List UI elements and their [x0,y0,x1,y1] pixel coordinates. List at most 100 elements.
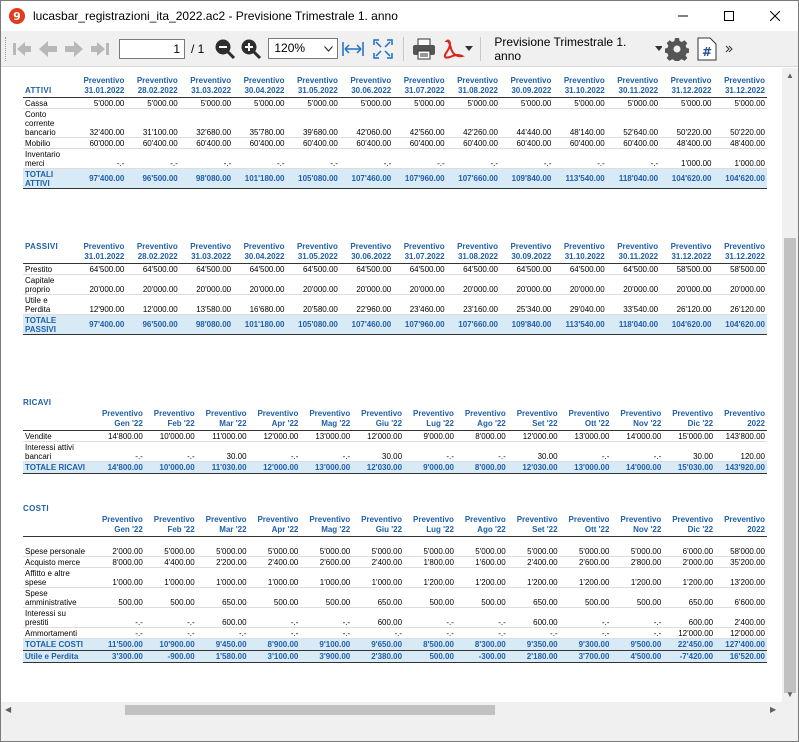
row-label: Cassa [23,97,73,109]
scroll-right-icon[interactable]: ▶ [770,705,776,714]
cell-value: 6'000.00 [663,536,716,557]
cell-value: 1'200.00 [611,567,664,588]
first-page-button[interactable] [9,34,35,64]
column-header: Preventivo 30.06.2022 [339,76,394,98]
cell-value: 60'000.00 [73,137,127,149]
settings-button[interactable] [662,34,692,64]
vertical-scrollbar[interactable]: ▲ ▼ [782,68,798,702]
horizontal-scroll-thumb[interactable] [125,705,495,715]
cell-value: 1'000.00 [93,567,145,588]
cell-value: 500.00 [559,587,612,608]
zoom-level-select[interactable]: 120% [268,38,339,59]
cell-value: 2'400.00 [715,607,767,628]
table-header-row: Preventivo Gen '22 Preventivo Feb '22 Prev… [23,515,767,537]
cell-value: -.- [446,148,500,169]
cell-value: 1'000.00 [196,567,249,588]
cell-value: 12'000.00 [715,627,767,639]
cell-value: 64'500.00 [126,263,180,275]
cell-value: 64'500.00 [286,263,340,275]
cell-value: 600.00 [663,607,716,628]
fit-width-button[interactable] [338,34,368,64]
report-content[interactable]: ATTIVI Preventivo 31.01.2022 Preventivo 28… [1,68,782,702]
table-row: Inventario merci -.- -.- -.- -.- -.- -.- -.- -.-… [23,148,767,169]
previous-page-button[interactable] [35,34,61,64]
row-label: Utile e Perdita [23,294,73,315]
cell-value: -7'420.00 [663,650,716,663]
close-button[interactable] [752,1,798,31]
cell-value: -.- [248,607,301,628]
column-header: Preventivo Mar '22 [196,409,249,431]
cell-value: 13'000.00 [559,430,612,442]
cell-value: -.- [455,607,508,628]
cell-value: -.- [179,148,234,169]
cell-value: 600.00 [507,607,560,628]
document-hash-icon: # [697,37,717,60]
cell-value: 5'000.00 [553,97,607,109]
chevron-down-icon [324,45,334,52]
scroll-down-icon[interactable]: ▼ [786,690,794,699]
horizontal-scrollbar[interactable]: ◀ ▶ [1,702,782,718]
cell-value: 22'450.00 [663,638,716,651]
column-header: Preventivo Lug '22 [404,515,456,537]
scroll-left-icon[interactable]: ◀ [5,705,11,714]
cell-value: 2'000.00 [663,556,716,568]
cell-value: 1'000.00 [248,567,301,588]
scroll-up-icon[interactable]: ▲ [786,71,794,80]
cell-value: 107'660.00 [446,314,500,335]
svg-text:#: # [702,45,712,59]
cell-value: 10'900.00 [144,638,197,651]
cell-value: 500.00 [455,587,508,608]
toolbar-overflow-button[interactable] [722,34,736,64]
cell-value: 2'000.00 [93,536,145,557]
print-button[interactable] [409,34,439,64]
cell-value: 1'600.00 [455,556,508,568]
cell-value: 10'000.00 [144,430,197,442]
column-header: Preventivo 30.09.2022 [500,242,554,264]
cell-value: 109'840.00 [500,314,554,335]
cell-value: -.- [559,627,612,639]
column-header: Preventivo Gen '22 [93,515,145,537]
cell-value: -.- [144,441,197,462]
maximize-button[interactable] [706,1,752,31]
row-label: Spese amministrative [23,587,93,608]
cell-value: -.- [144,627,197,639]
last-page-button[interactable] [87,34,113,64]
zoom-out-button[interactable] [212,34,238,64]
cell-value: 13'000.00 [300,461,353,474]
column-header: Preventivo Lug '22 [404,409,456,431]
cell-value: 8'900.00 [248,638,301,651]
column-header: Preventivo 31.10.2022 [553,242,607,264]
title-bar: 9 lucasbar_registrazioni_ita_2022.ac2 - … [1,1,798,31]
close-icon [770,11,780,21]
row-numbers-button[interactable]: # [692,34,722,64]
cell-value: 48'400.00 [660,137,714,149]
next-page-button[interactable] [61,34,87,64]
export-pdf-button[interactable] [439,34,475,64]
zoom-in-button[interactable] [238,34,264,64]
cell-value: 9'500.00 [611,638,664,651]
cell-value: 50'220.00 [660,108,714,138]
cell-value: 12'900.00 [73,294,127,315]
column-header: Preventivo 31.12.2022 [713,242,767,264]
table-row: Spese amministrative 500.00 500.00 650.00 50… [23,587,767,608]
ricavi-section: RICAVI Preventivo Gen '22 Preventivo Feb '… [23,398,767,474]
cell-value: -.- [248,627,301,639]
section-title: ATTIVI [25,86,52,95]
vertical-scroll-thumb[interactable] [784,238,796,693]
cell-value: 15'000.00 [663,430,716,442]
table-row: Utile e Perdita 12'900.00 12'000.00 13'580.… [23,294,767,315]
maximize-icon [724,11,734,21]
cell-value: 58'500.00 [713,263,767,275]
cell-value: 1'200.00 [507,567,560,588]
gear-icon [665,37,690,61]
table-row: Spese personale 2'000.00 5'000.00 5'000.00 5… [23,536,767,557]
minimize-button[interactable] [660,1,706,31]
report-view-select[interactable]: Previsione Trimestrale 1. anno [494,35,663,63]
column-header: Preventivo Ott '22 [559,409,612,431]
fit-page-button[interactable] [368,34,398,64]
cell-value: 500.00 [93,587,145,608]
cell-value: 5'000.00 [507,536,560,557]
minimize-icon [678,15,688,17]
cell-value: 2'400.00 [352,556,405,568]
page-number-input[interactable]: 1 [119,38,185,59]
